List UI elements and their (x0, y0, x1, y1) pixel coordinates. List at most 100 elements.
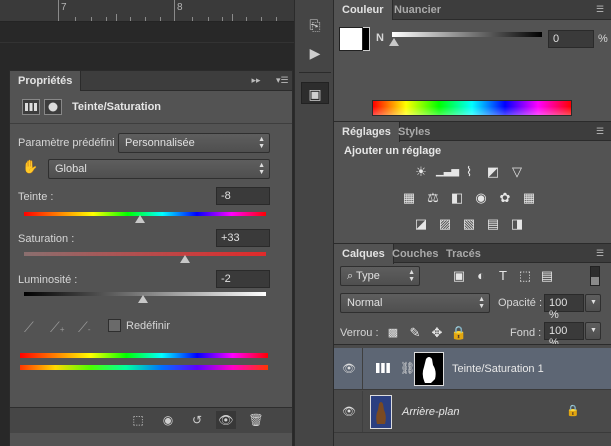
foreground-color-swatch[interactable] (339, 27, 363, 51)
visibility-eye-icon[interactable]: 👁 (342, 362, 356, 376)
layer-row-background[interactable]: 👁 Arrière-plan 🔒 (334, 391, 611, 433)
color-ramp[interactable] (372, 100, 572, 116)
tab-paths[interactable]: Tracés (438, 244, 489, 264)
lightness-slider-thumb[interactable] (137, 295, 148, 303)
preset-label: Paramètre prédéfini : (18, 137, 121, 149)
divider (362, 348, 363, 389)
lock-image-pixels-icon[interactable]: ✎ (406, 325, 424, 341)
toggle-visibility-icon[interactable]: 👁 (216, 411, 236, 429)
properties-panel: Propriétés ▸▸ ▾☰ Teinte/Saturation Param… (9, 70, 293, 446)
exposure-icon[interactable]: ◩ (484, 164, 502, 180)
actions-play-icon[interactable]: ▶ (301, 42, 329, 64)
eyedropper-minus-icon[interactable]: ⟋- (78, 319, 90, 336)
hue-label: Teinte : (18, 191, 54, 203)
panel-menu-icon[interactable]: ☰ (594, 126, 606, 136)
layer-filter-dropdown[interactable]: ⌕ Type ▲ ▼ (340, 266, 420, 286)
black-white-icon[interactable]: ◧ (448, 190, 466, 206)
grayscale-slider-thumb[interactable] (389, 38, 399, 46)
lock-all-icon[interactable]: 🔒 (450, 325, 468, 341)
filter-adjustment-icon[interactable]: ◐ (472, 268, 490, 284)
panel-menu-icon[interactable]: ▾☰ (276, 75, 289, 85)
fill-input[interactable]: 100 % (544, 322, 584, 349)
fill-label: Fond : (510, 327, 542, 339)
filter-type-icon[interactable]: T (494, 268, 512, 284)
panel-menu-icon[interactable]: ☰ (594, 4, 606, 14)
invert-icon[interactable]: ◪ (412, 216, 430, 232)
lock-position-icon[interactable]: ✥ (428, 325, 446, 341)
curves-icon[interactable]: ⌇ (460, 164, 478, 180)
tab-styles[interactable]: Styles (390, 122, 438, 142)
saturation-slider-thumb[interactable] (179, 255, 190, 263)
visibility-eye-icon[interactable]: 👁 (342, 405, 356, 419)
layer-filter-value: Type (356, 270, 380, 282)
opacity-label: Opacité : (498, 297, 543, 309)
history-icon[interactable]: ⎘ (301, 14, 329, 36)
colorize-checkbox[interactable] (108, 319, 121, 332)
gradient-map-icon[interactable]: ▤ (484, 216, 502, 232)
grayscale-unit: % (598, 33, 608, 45)
channel-dropdown[interactable]: Global ▲ ▼ (48, 159, 270, 179)
hue-saturation-icon[interactable]: ▦ (400, 190, 418, 206)
eyedropper-icon[interactable]: ⟋ (24, 319, 34, 336)
ruler-mark-7: 7 (61, 2, 67, 13)
colorize-label: Redéfinir (126, 320, 171, 332)
tab-swatches[interactable]: Nuancier (386, 0, 449, 20)
vibrance-icon[interactable]: ▽ (508, 164, 526, 180)
trash-icon[interactable]: 🗑 (246, 411, 266, 429)
layer-name[interactable]: Teinte/Saturation 1 (452, 363, 544, 375)
color-balance-icon[interactable]: ⚖ (424, 190, 442, 206)
layer-mask-thumbnail[interactable] (414, 352, 444, 386)
preset-value: Personnalisée (125, 137, 195, 149)
panel-menu-icon[interactable]: ☰ (594, 248, 606, 258)
chevron-down-icon: ▼ (590, 327, 597, 334)
fill-dropdown-button[interactable]: ▼ (585, 322, 601, 340)
saturation-slider-track[interactable] (24, 252, 266, 256)
view-previous-icon[interactable]: ◉ (158, 411, 178, 429)
preset-dropdown[interactable]: Personnalisée ▲ ▼ (118, 133, 270, 153)
input-color-bar (20, 353, 268, 358)
opacity-dropdown-button[interactable]: ▼ (585, 294, 601, 312)
dropdown-arrows-icon: ▲ ▼ (478, 296, 485, 310)
channel-mixer-icon[interactable]: ✿ (496, 190, 514, 206)
grayscale-value-input[interactable]: 0 (548, 30, 594, 48)
filter-shape-icon[interactable]: ⬚ (516, 268, 534, 284)
layer-thumbnail[interactable] (370, 395, 392, 429)
grayscale-slider-track[interactable] (392, 32, 542, 37)
hue-slider-thumb[interactable] (134, 215, 145, 223)
link-chain-icon[interactable]: ⛓ (400, 361, 415, 375)
blend-mode-dropdown[interactable]: Normal ▲ ▼ (340, 293, 490, 313)
lock-transparent-pixels-icon[interactable]: ▩ (384, 325, 402, 341)
filter-toggle-switch[interactable] (590, 266, 600, 286)
selective-color-icon[interactable]: ◨ (508, 216, 526, 232)
hue-input[interactable]: -8 (216, 187, 270, 205)
collapse-icon[interactable]: ▸▸ (250, 75, 262, 85)
levels-icon[interactable]: ▁▃▅ (436, 164, 459, 180)
brightness-contrast-icon[interactable]: ☀ (412, 164, 430, 180)
reset-icon[interactable]: ↺ (187, 411, 207, 429)
canvas-guide (0, 42, 294, 43)
filter-pixel-icon[interactable]: ▣ (450, 268, 468, 284)
threshold-icon[interactable]: ▧ (460, 216, 478, 232)
layers-panel-header: Calques Couches Tracés ☰ (334, 243, 611, 264)
divider (362, 391, 363, 432)
tab-properties[interactable]: Propriétés (10, 71, 82, 91)
dropdown-arrows-icon: ▲ ▼ (258, 162, 265, 176)
layer-name[interactable]: Arrière-plan (402, 406, 459, 418)
photo-filter-icon[interactable]: ◉ (472, 190, 490, 206)
hue-slider-track[interactable] (24, 212, 266, 216)
targeted-adjustment-hand-icon[interactable]: ✋ (22, 159, 38, 177)
properties-panel-icon[interactable]: ▣ (301, 82, 329, 104)
tab-color[interactable]: Couleur (334, 0, 393, 20)
layer-mask-icon[interactable] (44, 99, 62, 115)
layer-row-hue-saturation[interactable]: 👁 ⛓ Teinte/Saturation 1 (334, 348, 611, 390)
color-lookup-icon[interactable]: ▦ (520, 190, 538, 206)
clip-to-layer-icon[interactable]: ⬚ (128, 411, 148, 429)
lightness-input[interactable]: -2 (216, 270, 270, 288)
opacity-input[interactable]: 100 % (544, 294, 584, 321)
hue-saturation-adjustment-icon[interactable] (22, 99, 40, 115)
posterize-icon[interactable]: ▨ (436, 216, 454, 232)
saturation-input[interactable]: +33 (216, 229, 270, 247)
adjustment-title: Teinte/Saturation (72, 101, 162, 113)
filter-smart-object-icon[interactable]: ▤ (538, 268, 556, 284)
eyedropper-plus-icon[interactable]: ⟋+ (50, 319, 64, 336)
